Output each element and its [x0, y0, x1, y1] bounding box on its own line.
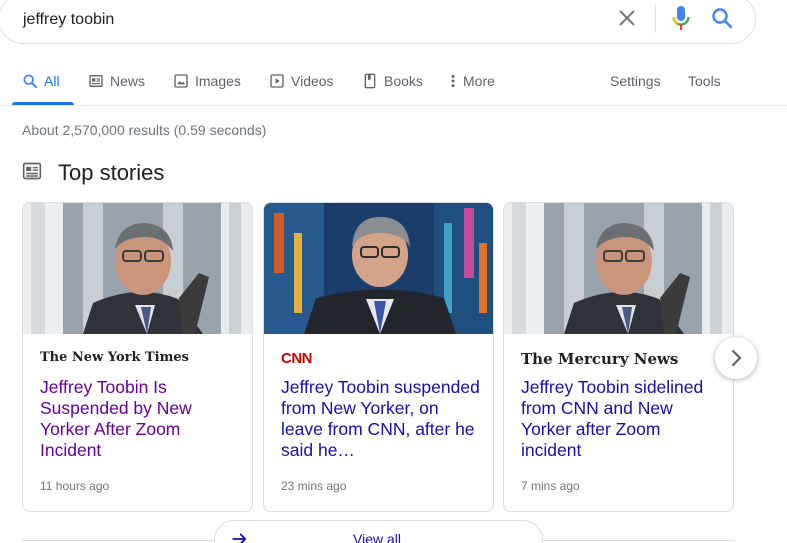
source-name: The New York Times: [40, 350, 189, 365]
story-time: 7 mins ago: [521, 479, 580, 493]
search-separator: [655, 5, 656, 33]
news-icon: [22, 161, 42, 186]
settings-link[interactable]: Settings: [610, 72, 661, 106]
clear-icon[interactable]: [616, 7, 638, 29]
tab-label: All: [44, 73, 60, 89]
tab-all[interactable]: All: [22, 72, 60, 106]
source-name: CNN: [281, 350, 313, 367]
source-name: The Mercury News: [521, 350, 679, 368]
search-tabs: All News Images Videos Books More Settin…: [0, 62, 787, 106]
story-card-cnn[interactable]: CNN Jeffrey Toobin suspended from New Yo…: [263, 202, 494, 512]
tab-more[interactable]: More: [449, 72, 495, 106]
story-headline[interactable]: Jeffrey Toobin suspended from New Yorker…: [281, 377, 481, 461]
tab-images[interactable]: Images: [173, 72, 241, 106]
more-vert-icon: [449, 73, 457, 89]
search-input[interactable]: jeffrey toobin: [23, 11, 114, 29]
story-thumbnail: [504, 203, 733, 334]
search-icon[interactable]: [710, 6, 734, 30]
tab-videos[interactable]: Videos: [269, 72, 334, 106]
settings-label: Settings: [610, 73, 661, 89]
story-headline[interactable]: Jeffrey Toobin sidelined from CNN and Ne…: [521, 377, 721, 461]
arrow-right-icon: [232, 533, 247, 543]
microphone-icon[interactable]: [669, 4, 693, 32]
news-icon: [88, 73, 104, 89]
search-results-page: jeffrey toobin All News Images Videos Bo…: [0, 0, 787, 543]
chevron-right-icon: [731, 349, 742, 367]
story-time: 23 mins ago: [281, 479, 347, 493]
top-stories-title: Top stories: [58, 160, 165, 185]
top-stories-header: Top stories: [22, 160, 164, 186]
tab-label: Books: [384, 73, 423, 89]
video-icon: [269, 73, 285, 89]
tools-link[interactable]: Tools: [688, 72, 721, 106]
active-tab-indicator: [12, 102, 74, 105]
tab-label: Videos: [291, 73, 334, 89]
tab-label: More: [463, 73, 495, 89]
view-all-label: View all: [353, 531, 401, 543]
tab-label: News: [110, 73, 146, 89]
story-thumbnail: [264, 203, 493, 334]
search-icon: [22, 73, 38, 89]
result-stats: About 2,570,000 results (0.59 seconds): [22, 122, 267, 138]
search-box[interactable]: jeffrey toobin: [0, 0, 756, 44]
book-icon: [362, 73, 378, 89]
story-headline[interactable]: Jeffrey Toobin Is Suspended by New Yorke…: [40, 377, 240, 461]
tab-label: Images: [195, 73, 241, 89]
view-all-button[interactable]: View all: [214, 520, 543, 543]
carousel-next-button[interactable]: [715, 337, 757, 379]
tab-news[interactable]: News: [88, 72, 145, 106]
tools-label: Tools: [688, 73, 721, 89]
story-time: 11 hours ago: [40, 479, 110, 493]
divider-left: [22, 540, 214, 541]
story-card-nyt[interactable]: The New York Times Jeffrey Toobin Is Sus…: [22, 202, 253, 512]
story-thumbnail: [23, 203, 252, 334]
divider-right: [543, 540, 735, 541]
story-card-mercury-news[interactable]: The Mercury News Jeffrey Toobin sideline…: [503, 202, 734, 512]
image-icon: [173, 73, 189, 89]
tab-books[interactable]: Books: [362, 72, 423, 106]
